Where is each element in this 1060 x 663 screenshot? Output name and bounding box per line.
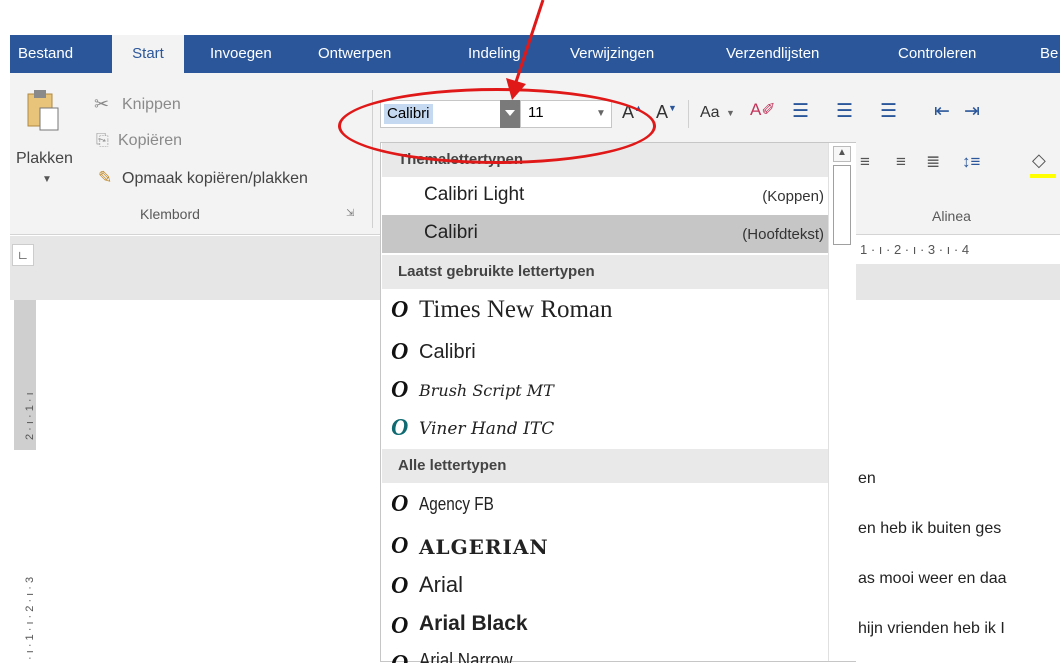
tab-invoegen[interactable]: Invoegen [210, 35, 272, 73]
page-gap [856, 264, 1060, 300]
shading-icon[interactable]: ◇ [1032, 150, 1046, 171]
copy-icon: ⎘ [96, 132, 109, 149]
tab-ontwerpen[interactable]: Ontwerpen [318, 35, 391, 73]
cut-icon: ✂ [94, 94, 110, 114]
vertical-ruler-bottom-text: · ı · 1 · ı · 2 · ı · 3 [24, 576, 36, 660]
dialog-launcher-icon[interactable]: ⇲ [346, 208, 354, 219]
section-header-all: Alle lettertypen [382, 449, 828, 483]
font-item-arial-black[interactable]: O Arial Black [382, 607, 828, 645]
scroll-up-icon[interactable]: ▲ [833, 146, 851, 162]
font-item-viner-hand[interactable]: O Viner Hand ITC [382, 409, 828, 447]
vertical-ruler-top-text: 2 · ı · 1 · ı [24, 392, 36, 440]
multilevel-list-icon[interactable]: ☰ [880, 100, 897, 123]
truetype-font-icon: O [391, 377, 409, 403]
tab-verzendlijsten[interactable]: Verzendlijsten [726, 35, 819, 73]
paste-icon[interactable] [24, 88, 60, 132]
font-item-agency-fb[interactable]: O Agency FB [382, 485, 828, 523]
annotation-arrow [506, 0, 545, 100]
change-case-button[interactable]: Aa [700, 104, 720, 122]
shrink-font-icon[interactable]: A▼ [656, 102, 677, 123]
justify-icon[interactable]: ≣ [926, 152, 940, 172]
format-painter-button[interactable]: Opmaak kopiëren/plakken [122, 170, 308, 188]
clipboard-group-label: Klembord [140, 206, 200, 222]
shading-color-bar [1030, 174, 1056, 178]
font-item-brush-script[interactable]: O Brush Script MT [382, 371, 828, 409]
document-line: en heb ik buiten ges [858, 520, 1002, 537]
scrollbar-thumb[interactable] [833, 165, 851, 245]
font-item-calibri-selected[interactable]: Calibri (Hoofdtekst) [382, 215, 828, 253]
font-dropdown-list: Themalettertypen Calibri Light (Koppen) … [380, 142, 856, 663]
font-item-calibri-light[interactable]: Calibri Light (Koppen) [382, 177, 828, 215]
font-item-arial-narrow[interactable]: O Arial Narrow [382, 645, 828, 663]
truetype-font-icon: O [391, 491, 409, 517]
paste-button[interactable]: Plakken [16, 150, 73, 168]
copy-button[interactable]: Kopiëren [118, 132, 182, 150]
tab-start[interactable]: Start [112, 35, 184, 73]
align-right-icon[interactable]: ≡ [896, 152, 906, 172]
tab-verwijzingen[interactable]: Verwijzingen [570, 35, 654, 73]
truetype-font-icon: O [391, 613, 409, 639]
document-page[interactable] [856, 300, 1060, 662]
truetype-font-icon: O [391, 415, 409, 441]
truetype-font-icon: O [391, 573, 409, 599]
line-spacing-icon[interactable]: ↕≡ [962, 152, 980, 172]
font-item-calibri[interactable]: O Calibri [382, 333, 828, 371]
tab-selector-button[interactable]: ∟ [12, 244, 34, 266]
numbering-icon[interactable]: ☰ [836, 100, 853, 123]
clear-formatting-icon[interactable]: A✐ [750, 100, 776, 120]
paste-dropdown-icon[interactable]: ▼ [42, 174, 52, 185]
horizontal-ruler: 1 · ı · 2 · ı · 3 · ı · 4 [856, 236, 1060, 264]
divider [688, 100, 689, 128]
truetype-font-icon: O [391, 297, 409, 323]
bullets-icon[interactable]: ☰ [792, 100, 809, 123]
truetype-font-icon: O [391, 651, 408, 663]
font-item-times-new-roman[interactable]: O Times New Roman [382, 291, 828, 331]
decrease-indent-icon[interactable]: ⇤ [934, 100, 950, 123]
annotation-ellipse [338, 88, 656, 164]
font-item-arial[interactable]: O Arial [382, 567, 828, 605]
cut-button[interactable]: Knippen [122, 96, 181, 114]
tab-controleren[interactable]: Controleren [898, 35, 976, 73]
paragraph-group-label: Alinea [932, 208, 971, 224]
change-case-dropdown-icon[interactable]: ▼ [726, 108, 735, 118]
tab-beeld[interactable]: Be [1040, 35, 1058, 73]
truetype-font-icon: O [391, 533, 409, 559]
document-line: en [858, 470, 876, 487]
font-item-algerian[interactable]: O ALGERIAN [382, 527, 828, 565]
increase-indent-icon[interactable]: ⇥ [964, 100, 980, 123]
document-line: hijn vrienden heb ik I [858, 620, 1005, 637]
truetype-font-icon: O [391, 339, 409, 365]
tab-bestand[interactable]: Bestand [18, 35, 73, 73]
align-center-icon[interactable]: ≡ [860, 152, 870, 172]
format-painter-icon: ✎ [98, 168, 113, 187]
document-line: as mooi weer en daa [858, 570, 1007, 587]
section-header-recent: Laatst gebruikte lettertypen [382, 255, 828, 289]
